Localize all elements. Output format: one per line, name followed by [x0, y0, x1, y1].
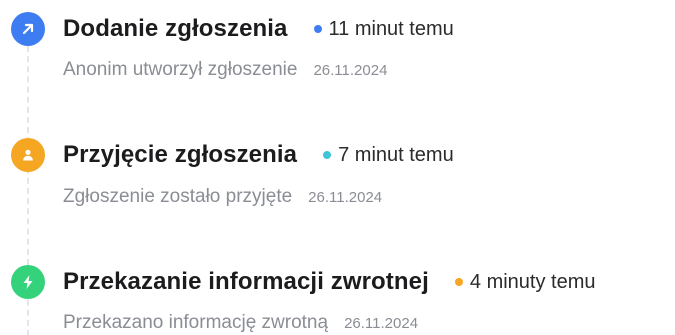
- event-description: Zgłoszenie zostało przyjęte: [63, 186, 293, 207]
- event-time: 7 minut temu: [338, 143, 454, 166]
- event-title: Przyjęcie zgłoszenia: [63, 141, 298, 168]
- status-dot: [313, 25, 322, 33]
- event-title: Dodanie zgłoszenia: [63, 15, 288, 42]
- event-description: Anonim utworzył zgłoszenie: [63, 59, 298, 80]
- event-title: Przekazanie informacji zwrotnej: [63, 268, 429, 295]
- event-date: 26.11.2024: [308, 189, 383, 206]
- lightning-icon: [11, 265, 45, 299]
- event-date: 26.11.2024: [344, 315, 419, 332]
- status-dot: [454, 278, 463, 286]
- status-dot: [323, 151, 332, 159]
- arrow-up-right-icon: [11, 12, 45, 46]
- event-time: 4 minuty temu: [469, 270, 596, 293]
- event-date: 26.11.2024: [313, 62, 388, 79]
- activity-timeline: Dodanie zgłoszenia 11 minut temu Anonim …: [0, 0, 675, 335]
- event-time: 11 minut temu: [328, 17, 454, 40]
- user-icon: [11, 138, 45, 172]
- event-description: Przekazano informację zwrotną: [63, 312, 329, 333]
